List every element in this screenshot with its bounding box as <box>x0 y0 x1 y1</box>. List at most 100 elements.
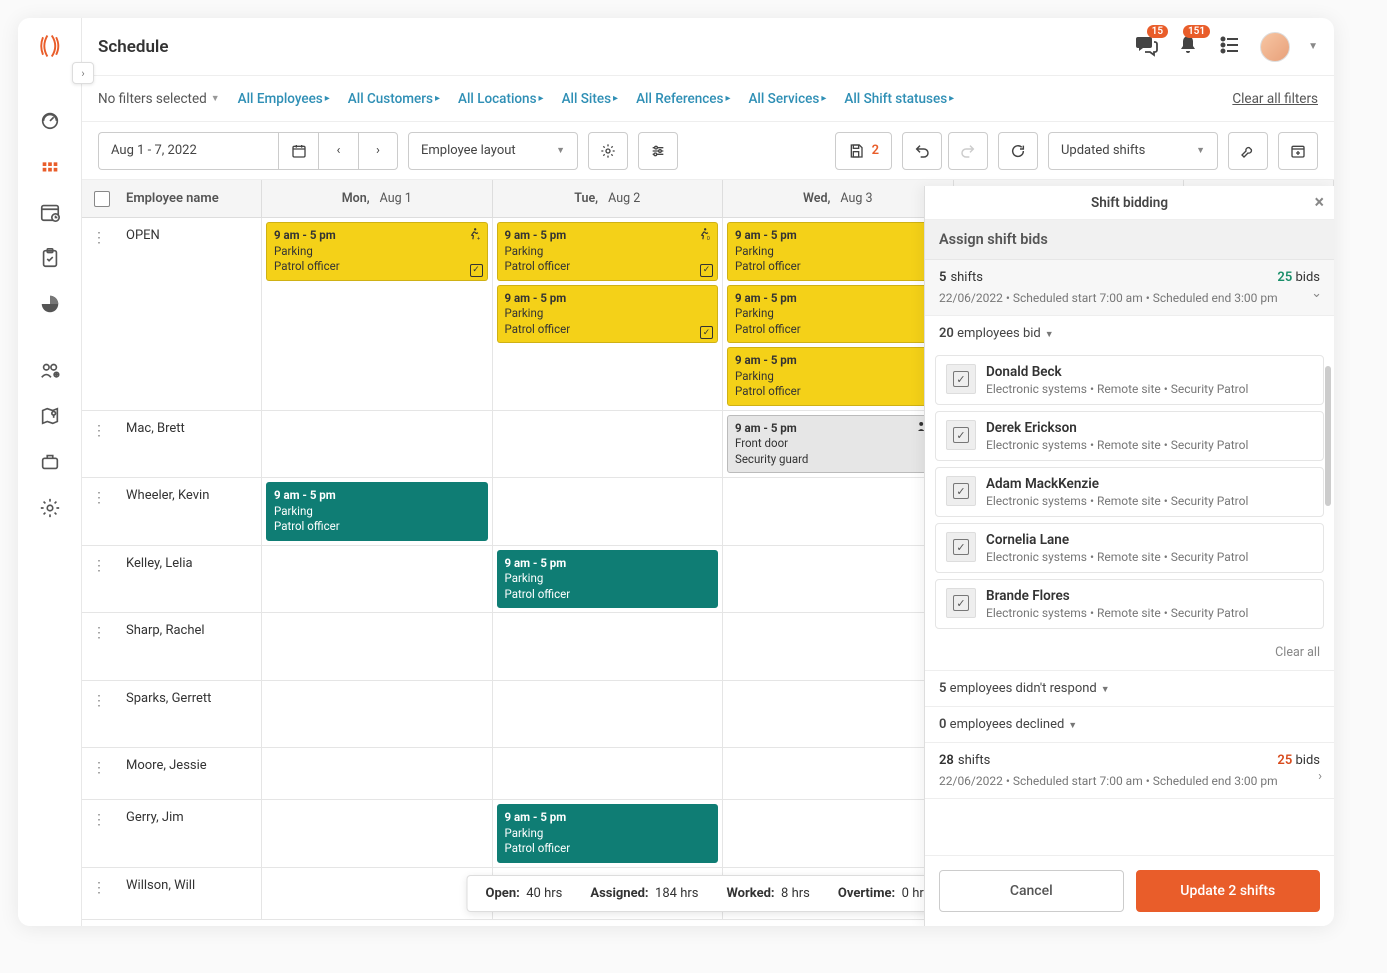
day-cell[interactable] <box>262 868 493 919</box>
day-cell[interactable]: 9 am - 5 pmParkingPatrol officer <box>493 546 724 613</box>
day-cell[interactable] <box>262 411 493 478</box>
employee-checkbox[interactable]: ✓ <box>946 476 976 506</box>
refresh-button[interactable] <box>998 132 1038 170</box>
shift-card[interactable]: 9 am - 5 pmParkingPatrol officer+✓ <box>266 222 488 281</box>
shift-card[interactable]: 9 am - 5 pmParkingPatrol officer0✓ <box>497 222 719 281</box>
day-cell[interactable] <box>723 613 954 680</box>
day-cell[interactable] <box>723 681 954 748</box>
clear-filters[interactable]: Clear all filters <box>1232 91 1318 107</box>
day-cell[interactable] <box>493 411 724 478</box>
nav-map[interactable] <box>30 396 70 436</box>
bid-employee-card[interactable]: ✓ Derek Erickson Electronic systems • Re… <box>935 411 1324 461</box>
row-menu[interactable]: ⋮ <box>92 490 106 506</box>
shift-card[interactable]: 9 am - 5 pmFront doorSecurity guard✓ <box>727 415 949 474</box>
row-menu[interactable]: ⋮ <box>92 760 106 776</box>
day-cell[interactable] <box>262 546 493 613</box>
nav-calendar[interactable] <box>30 192 70 232</box>
group-collapse-1[interactable]: ⌄ <box>1311 286 1322 301</box>
notifications-button[interactable]: 151 <box>1176 33 1200 61</box>
filter-customers[interactable]: All Customers▸ <box>348 91 440 107</box>
bid-employee-card[interactable]: ✓ Brande Flores Electronic systems • Rem… <box>935 579 1324 629</box>
day-cell[interactable] <box>262 681 493 748</box>
day-cell[interactable] <box>723 478 954 545</box>
day-cell[interactable] <box>262 748 493 799</box>
day-cell[interactable]: 9 am - 5 pmParkingPatrol officer+✓ <box>262 218 493 410</box>
shift-card[interactable]: 9 am - 5 pmParkingPatrol officer+✓ <box>727 285 949 344</box>
user-menu-caret[interactable]: ▼ <box>1308 41 1318 52</box>
list-button[interactable] <box>1218 33 1242 61</box>
date-range-input[interactable]: Aug 1 - 7, 2022 <box>98 132 278 170</box>
shift-card[interactable]: 9 am - 5 pmParkingPatrol officer <box>266 482 488 541</box>
user-avatar[interactable] <box>1260 32 1290 62</box>
bid-employee-card[interactable]: ✓ Cornelia Lane Electronic systems • Rem… <box>935 523 1324 573</box>
cancel-button[interactable]: Cancel <box>939 870 1124 912</box>
redo-button[interactable] <box>948 132 988 170</box>
day-cell[interactable] <box>493 748 724 799</box>
day-cell[interactable] <box>262 613 493 680</box>
save-button[interactable]: 2 <box>835 132 892 170</box>
messages-button[interactable]: 15 <box>1134 33 1158 61</box>
nav-dashboard[interactable] <box>30 100 70 140</box>
row-menu[interactable]: ⋮ <box>92 880 106 896</box>
panel-scrollbar[interactable] <box>1325 366 1331 506</box>
day-cell[interactable] <box>262 800 493 867</box>
filter-employees[interactable]: All Employees▸ <box>238 91 330 107</box>
day-cell[interactable]: 9 am - 5 pmParkingPatrol officer <box>262 478 493 545</box>
nav-schedule[interactable] <box>30 146 70 186</box>
select-all-checkbox[interactable] <box>94 191 110 207</box>
day-cell[interactable]: 9 am - 5 pmParkingPatrol officer+✓9 am -… <box>723 218 954 410</box>
employee-checkbox[interactable]: ✓ <box>946 588 976 618</box>
filter-references[interactable]: All References▸ <box>636 91 730 107</box>
filter-statuses[interactable]: All Shift statuses▸ <box>844 91 954 107</box>
nav-settings[interactable] <box>30 488 70 528</box>
next-week[interactable]: › <box>358 132 398 170</box>
bid-employee-card[interactable]: ✓ Adam MackKenzie Electronic systems • R… <box>935 467 1324 517</box>
no-response-toggle[interactable]: 5 employees didn't respond▼ <box>925 670 1334 706</box>
prev-week[interactable]: ‹ <box>318 132 358 170</box>
group-expand-2[interactable]: › <box>1318 769 1322 784</box>
shift-group-2[interactable]: 28shifts 25 bids › 22/06/2022 • Schedule… <box>925 743 1334 799</box>
layout-select[interactable]: Employee layout▼ <box>408 132 578 170</box>
calendar-picker[interactable] <box>278 132 318 170</box>
clear-all-selection[interactable]: Clear all <box>925 639 1334 670</box>
row-menu[interactable]: ⋮ <box>92 812 106 828</box>
filter-services[interactable]: All Services▸ <box>748 91 826 107</box>
undo-button[interactable] <box>902 132 942 170</box>
toolbar-settings[interactable] <box>588 132 628 170</box>
row-menu[interactable]: ⋮ <box>92 558 106 574</box>
day-cell[interactable] <box>493 478 724 545</box>
panel-close[interactable]: × <box>1314 192 1324 213</box>
day-cell[interactable] <box>723 800 954 867</box>
day-cell[interactable] <box>493 613 724 680</box>
employees-bid-toggle[interactable]: 20 employees bid▼ <box>925 316 1334 351</box>
row-menu[interactable]: ⋮ <box>92 693 106 709</box>
nav-work[interactable] <box>30 442 70 482</box>
shift-card[interactable]: 9 am - 5 pmParkingPatrol officer <box>497 550 719 609</box>
filter-sites[interactable]: All Sites▸ <box>562 91 619 107</box>
sidebar-collapse[interactable]: › <box>72 62 94 84</box>
nav-reports[interactable] <box>30 284 70 324</box>
employee-checkbox[interactable]: ✓ <box>946 420 976 450</box>
declined-toggle[interactable]: 0 employees declined▼ <box>925 706 1334 743</box>
toolbar-adjust[interactable] <box>638 132 678 170</box>
row-menu[interactable]: ⋮ <box>92 625 106 641</box>
filters-none[interactable]: No filters selected ▼ <box>98 91 220 107</box>
day-cell[interactable] <box>723 546 954 613</box>
updated-select[interactable]: Updated shifts▼ <box>1048 132 1218 170</box>
day-cell[interactable] <box>493 681 724 748</box>
bid-employee-card[interactable]: ✓ Donald Beck Electronic systems • Remot… <box>935 355 1324 405</box>
filter-locations[interactable]: All Locations▸ <box>458 91 544 107</box>
update-shifts-button[interactable]: Update 2 shifts <box>1136 870 1321 912</box>
day-cell[interactable] <box>723 748 954 799</box>
tools-button[interactable] <box>1228 132 1268 170</box>
employee-checkbox[interactable]: ✓ <box>946 364 976 394</box>
day-cell[interactable]: 9 am - 5 pmParkingPatrol officer <box>493 800 724 867</box>
row-menu[interactable]: ⋮ <box>92 230 106 246</box>
day-cell[interactable]: 9 am - 5 pmFront doorSecurity guard✓ <box>723 411 954 478</box>
add-shift-button[interactable] <box>1278 132 1318 170</box>
nav-tasks[interactable] <box>30 238 70 278</box>
employee-checkbox[interactable]: ✓ <box>946 532 976 562</box>
nav-people[interactable] <box>30 350 70 390</box>
shift-card[interactable]: 9 am - 5 pmParkingPatrol officer✓ <box>727 347 949 406</box>
shift-card[interactable]: 9 am - 5 pmParkingPatrol officer <box>497 804 719 863</box>
